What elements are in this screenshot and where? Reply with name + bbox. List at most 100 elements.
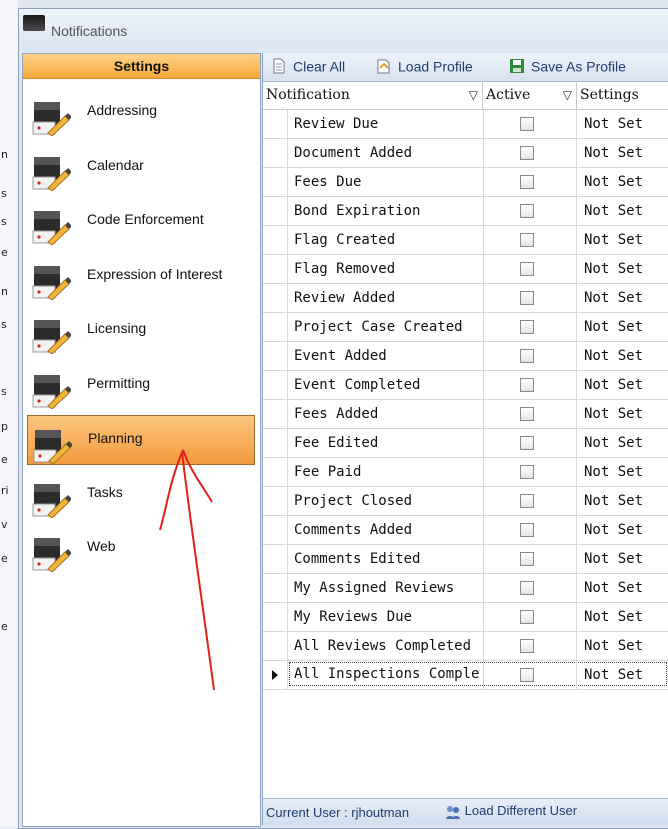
sidebar-item-addressing[interactable]: Addressing: [27, 88, 255, 138]
notification-name[interactable]: Review Added: [294, 290, 476, 306]
column-active[interactable]: Active ▽: [483, 82, 577, 109]
settings-cell[interactable]: Not Set: [584, 290, 643, 306]
notification-name[interactable]: Fee Paid: [294, 464, 476, 480]
table-row[interactable]: Comments Edited Not Set: [263, 545, 668, 574]
settings-cell[interactable]: Not Set: [584, 493, 643, 509]
load-profile-button[interactable]: Load Profile: [376, 57, 473, 77]
row-selector[interactable]: [263, 110, 288, 138]
table-row[interactable]: All Reviews Completed Not Set: [263, 632, 668, 661]
settings-cell[interactable]: Not Set: [584, 348, 643, 364]
row-selector[interactable]: [263, 487, 288, 515]
active-checkbox[interactable]: [520, 291, 534, 305]
table-row[interactable]: Review Due Not Set: [263, 110, 668, 139]
notification-name[interactable]: Fees Added: [294, 406, 476, 422]
table-row[interactable]: Event Completed Not Set: [263, 371, 668, 400]
settings-cell[interactable]: Not Set: [584, 580, 643, 596]
sidebar-item-planning[interactable]: Planning: [27, 415, 255, 465]
row-selector[interactable]: [263, 603, 288, 631]
notification-name[interactable]: Flag Removed: [294, 261, 476, 277]
notification-name[interactable]: My Assigned Reviews: [294, 580, 476, 596]
table-row[interactable]: Project Closed Not Set: [263, 487, 668, 516]
sidebar-item-calendar[interactable]: Calendar: [27, 143, 255, 193]
notification-name[interactable]: Comments Added: [294, 522, 476, 538]
active-checkbox[interactable]: [520, 233, 534, 247]
settings-cell[interactable]: Not Set: [584, 406, 643, 422]
notification-name[interactable]: Event Added: [294, 348, 476, 364]
column-notification[interactable]: Notification ▽: [263, 82, 483, 109]
notification-name[interactable]: Project Case Created: [294, 319, 476, 335]
settings-cell[interactable]: Not Set: [584, 638, 643, 654]
table-row[interactable]: Fees Due Not Set: [263, 168, 668, 197]
sidebar-item-web[interactable]: Web: [27, 524, 255, 574]
table-row[interactable]: Document Added Not Set: [263, 139, 668, 168]
row-selector[interactable]: [263, 313, 288, 341]
row-selector[interactable]: [263, 545, 288, 573]
table-row[interactable]: All Inspections Comple Not Set: [263, 661, 668, 690]
active-checkbox[interactable]: [520, 552, 534, 566]
active-checkbox[interactable]: [520, 175, 534, 189]
settings-cell[interactable]: Not Set: [584, 551, 643, 567]
save-as-profile-button[interactable]: Save As Profile: [509, 57, 626, 77]
sidebar-item-permitting[interactable]: Permitting: [27, 361, 255, 411]
row-selector[interactable]: [263, 429, 288, 457]
notification-name[interactable]: Bond Expiration: [294, 203, 476, 219]
table-row[interactable]: My Assigned Reviews Not Set: [263, 574, 668, 603]
row-selector[interactable]: [263, 342, 288, 370]
active-checkbox[interactable]: [520, 204, 534, 218]
row-selector[interactable]: [263, 226, 288, 254]
notification-name[interactable]: Review Due: [294, 116, 476, 132]
sidebar-item-code-enforcement[interactable]: Code Enforcement: [27, 197, 255, 247]
row-selector[interactable]: [263, 516, 288, 544]
clear-all-button[interactable]: Clear All: [271, 57, 345, 77]
load-different-user-button[interactable]: Load Different User: [445, 803, 577, 820]
row-selector[interactable]: [263, 168, 288, 196]
notification-name[interactable]: All Reviews Completed: [294, 638, 476, 654]
active-checkbox[interactable]: [520, 581, 534, 595]
table-row[interactable]: Bond Expiration Not Set: [263, 197, 668, 226]
notification-name[interactable]: My Reviews Due: [294, 609, 476, 625]
table-row[interactable]: Flag Created Not Set: [263, 226, 668, 255]
settings-cell[interactable]: Not Set: [584, 319, 643, 335]
settings-cell[interactable]: Not Set: [584, 174, 643, 190]
settings-cell[interactable]: Not Set: [584, 116, 643, 132]
active-checkbox[interactable]: [520, 436, 534, 450]
notification-name[interactable]: Event Completed: [294, 377, 476, 393]
settings-cell[interactable]: Not Set: [584, 667, 643, 683]
table-row[interactable]: Review Added Not Set: [263, 284, 668, 313]
settings-cell[interactable]: Not Set: [584, 609, 643, 625]
column-settings[interactable]: Settings: [577, 82, 668, 109]
filter-icon[interactable]: ▽: [469, 82, 478, 109]
active-checkbox[interactable]: [520, 407, 534, 421]
active-checkbox[interactable]: [520, 610, 534, 624]
settings-cell[interactable]: Not Set: [584, 464, 643, 480]
notification-name[interactable]: Fees Due: [294, 174, 476, 190]
active-checkbox[interactable]: [520, 668, 534, 682]
active-checkbox[interactable]: [520, 117, 534, 131]
row-selector[interactable]: [263, 197, 288, 225]
row-selector[interactable]: [263, 284, 288, 312]
notification-name[interactable]: Project Closed: [294, 493, 476, 509]
table-row[interactable]: Flag Removed Not Set: [263, 255, 668, 284]
row-selector[interactable]: [263, 255, 288, 283]
row-selector[interactable]: [263, 632, 288, 660]
active-checkbox[interactable]: [520, 320, 534, 334]
notification-name[interactable]: Fee Edited: [294, 435, 476, 451]
settings-cell[interactable]: Not Set: [584, 145, 643, 161]
settings-cell[interactable]: Not Set: [584, 435, 643, 451]
filter-icon[interactable]: ▽: [563, 82, 572, 109]
row-selector[interactable]: [263, 661, 288, 689]
settings-cell[interactable]: Not Set: [584, 522, 643, 538]
notification-name[interactable]: Flag Created: [294, 232, 476, 248]
table-row[interactable]: Event Added Not Set: [263, 342, 668, 371]
active-checkbox[interactable]: [520, 378, 534, 392]
settings-cell[interactable]: Not Set: [584, 261, 643, 277]
row-selector[interactable]: [263, 371, 288, 399]
settings-cell[interactable]: Not Set: [584, 203, 643, 219]
table-row[interactable]: Project Case Created Not Set: [263, 313, 668, 342]
notification-name[interactable]: Comments Edited: [294, 551, 476, 567]
active-checkbox[interactable]: [520, 494, 534, 508]
sidebar-item-tasks[interactable]: Tasks: [27, 470, 255, 520]
table-row[interactable]: Fees Added Not Set: [263, 400, 668, 429]
table-row[interactable]: Fee Paid Not Set: [263, 458, 668, 487]
active-checkbox[interactable]: [520, 146, 534, 160]
